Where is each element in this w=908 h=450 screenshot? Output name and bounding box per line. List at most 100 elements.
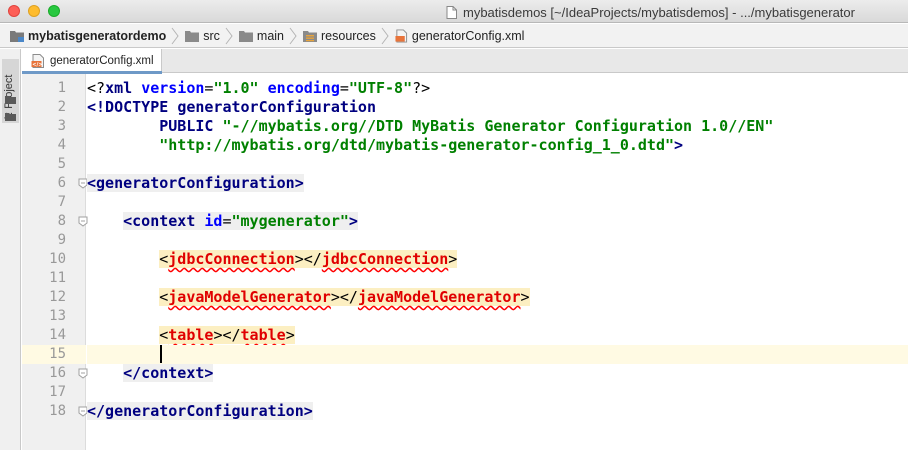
line-number: 14 [49,327,66,343]
code-token: jdbcConnection [168,250,295,268]
window-title: mybatisdemos [~/IdeaProjects/mybatisdemo… [463,4,855,20]
line-number: 12 [49,289,66,305]
line-number: 7 [57,194,66,210]
maximize-window-button[interactable] [48,5,60,17]
code-token: > [520,288,530,306]
breadcrumb-item[interactable]: src [185,29,220,43]
code-line[interactable] [87,345,908,364]
code-line[interactable]: <?xml version="1.0" encoding="UTF-8"?> [87,79,908,98]
code-token: > [674,136,684,154]
code-token: = [222,212,232,230]
line-number: 18 [49,403,66,419]
resources-folder-icon [303,30,317,42]
chevron-right-icon [225,27,233,44]
code-line[interactable] [87,193,908,212]
code-line[interactable] [87,231,908,250]
line-number: 15 [49,346,66,362]
code-token: < [159,326,169,344]
code-token: generatorConfiguration [177,98,376,116]
code-line[interactable]: <context id="mygenerator"> [87,212,908,231]
code-token: "-//mybatis.org//DTD MyBatis Generator C… [222,117,774,135]
code-token: "1.0" [213,79,259,97]
code-line[interactable]: <!DOCTYPE generatorConfiguration [87,98,908,117]
code-token: > [348,212,358,230]
code-line[interactable] [87,269,908,288]
svg-text:</>: </> [32,62,42,68]
code-token: ?> [412,79,431,97]
line-number: 1 [57,80,66,96]
code-line[interactable]: <generatorConfiguration> [87,174,908,193]
line-number: 5 [57,156,66,172]
code-token: ></ [294,250,322,268]
code-token: encoding [267,79,340,97]
xml-file-icon [395,29,407,42]
line-number: 2 [57,99,66,115]
code-token: <? [87,79,106,97]
code-token: version [141,79,205,97]
folder-icon [238,30,253,42]
code-line[interactable]: "http://mybatis.org/dtd/mybatis-generato… [87,136,908,155]
code-token: xml [105,79,142,97]
code-token: table [240,326,286,344]
line-number: 4 [57,137,66,153]
code-token: </generatorConfiguration> [87,402,313,420]
document-icon [446,5,457,19]
close-window-button[interactable] [8,5,20,17]
chevron-right-icon [381,27,389,44]
chevron-right-icon [289,27,297,44]
code-line[interactable] [87,155,908,174]
tab-generatorconfig-xml[interactable]: </> generatorConfig.xml [22,49,162,74]
chevron-right-icon [171,27,179,44]
code-token: "http://mybatis.org/dtd/mybatis-generato… [159,136,675,154]
line-number: 16 [49,365,66,381]
code-line[interactable] [87,383,908,402]
code-editor[interactable]: 1 2 3 4 5 6 7 8 9 10 11 12 13 14 15 16 17 18 <?xml versio… [22,74,908,450]
code-token: > [448,250,458,268]
code-token: "mygenerator" [231,212,349,230]
line-number: 6 [57,175,66,191]
code-token: <!DOCTYPE [87,98,178,116]
title-bar: mybatisdemos [~/IdeaProjects/mybatisdemo… [0,0,908,23]
text-caret [160,345,163,363]
code-line[interactable]: </generatorConfiguration> [87,402,908,421]
code-line[interactable]: <javaModelGenerator></javaModelGenerator… [87,288,908,307]
code-line[interactable]: </context> [87,364,908,383]
line-number: 11 [49,270,66,286]
code-token: table [168,326,214,344]
line-number: 10 [49,251,66,267]
left-tool-strip: 1: Project [0,49,21,450]
code-text-area[interactable]: <?xml version="1.0" encoding="UTF-8"?> <!… [87,74,908,450]
folder-icon [5,96,16,104]
code-token: </context> [123,364,214,382]
minimize-window-button[interactable] [28,5,40,17]
code-line[interactable] [87,307,908,326]
breadcrumb-item[interactable]: resources [303,29,376,43]
breadcrumb-label: src [203,28,220,43]
folder-icon [185,30,200,42]
breadcrumb: mybatisgeneratordemo src main resources gene… [0,24,908,48]
line-number: 8 [57,213,66,229]
breadcrumb-item[interactable]: mybatisgeneratordemo [10,29,166,43]
window-title-area: mybatisdemos [~/IdeaProjects/mybatisdemo… [446,3,855,21]
code-line[interactable]: PUBLIC "-//mybatis.org//DTD MyBatis Gene… [87,117,908,136]
editor-tab-bar: </> generatorConfig.xml [22,49,908,74]
line-number: 17 [49,384,66,400]
line-number: 9 [57,232,66,248]
code-token: < [159,250,169,268]
tab-label: generatorConfig.xml [50,55,154,67]
code-line[interactable]: <jdbcConnection></jdbcConnection> [87,250,908,269]
breadcrumb-label: mybatisgeneratordemo [28,28,167,43]
breadcrumb-item[interactable]: generatorConfig.xml [395,29,524,43]
code-token: <generatorConfiguration> [87,174,304,192]
folder-icon [5,113,16,121]
breadcrumb-label: resources [321,28,376,43]
code-line[interactable]: <table></table> [87,326,908,345]
breadcrumb-item[interactable]: main [238,29,284,43]
code-token: PUBLIC [87,117,223,135]
